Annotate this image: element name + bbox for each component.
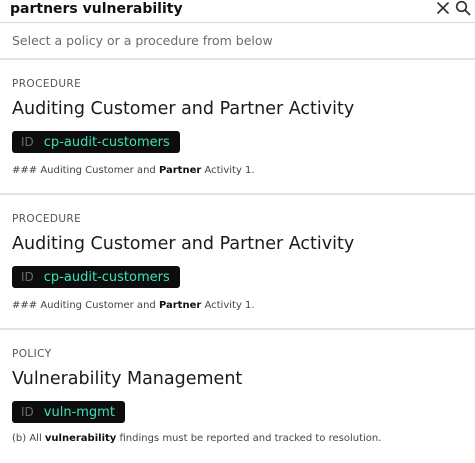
id-badge-label: ID	[21, 405, 34, 419]
result-snippet: ### Auditing Customer and Partner Activi…	[12, 299, 255, 313]
snippet-text: (b) All	[12, 433, 45, 444]
id-badge-value: vuln-mgmt	[43, 404, 115, 420]
result-title: Auditing Customer and Partner Activity	[12, 99, 355, 119]
search-input[interactable]	[10, 0, 420, 20]
id-badge-value: cp-audit-customers	[43, 269, 170, 285]
result-type: POLICY	[12, 348, 52, 360]
id-badge-value: cp-audit-customers	[43, 134, 170, 150]
search-bar	[0, 0, 475, 23]
id-badge-label: ID	[21, 135, 34, 149]
result-title: Vulnerability Management	[12, 369, 243, 389]
result-type: PROCEDURE	[12, 78, 82, 90]
search-icon	[455, 0, 471, 16]
result-snippet: (b) All vulnerability findings must be r…	[12, 432, 381, 446]
result-snippet: ### Auditing Customer and Partner Activi…	[12, 164, 255, 178]
snippet-highlight: Partner	[158, 300, 202, 311]
snippet-text: ### Auditing Customer and	[12, 300, 159, 311]
result-item[interactable]: PROCEDURE Auditing Customer and Partner …	[0, 60, 475, 193]
snippet-text: ### Auditing Customer and	[12, 165, 159, 176]
id-badge-label: ID	[21, 270, 34, 284]
id-badge: ID cp-audit-customers	[12, 131, 180, 153]
snippet-text: findings must be reported and tracked to…	[116, 433, 382, 444]
snippet-highlight: vulnerability	[44, 433, 117, 444]
id-badge: ID vuln-mgmt	[12, 401, 125, 423]
search-button[interactable]	[455, 0, 471, 16]
snippet-highlight: Partner	[158, 165, 202, 176]
close-icon	[437, 2, 449, 14]
search-hint: Select a policy or a procedure from belo…	[12, 33, 273, 48]
clear-search-button[interactable]	[435, 0, 451, 16]
snippet-text: Activity 1.	[201, 300, 255, 311]
id-badge: ID cp-audit-customers	[12, 266, 180, 288]
result-item[interactable]: PROCEDURE Auditing Customer and Partner …	[0, 195, 475, 328]
result-type: PROCEDURE	[12, 213, 82, 225]
result-item[interactable]: POLICY Vulnerability Management ID vuln-…	[0, 330, 475, 463]
snippet-text: Activity 1.	[201, 165, 255, 176]
result-title: Auditing Customer and Partner Activity	[12, 234, 355, 254]
